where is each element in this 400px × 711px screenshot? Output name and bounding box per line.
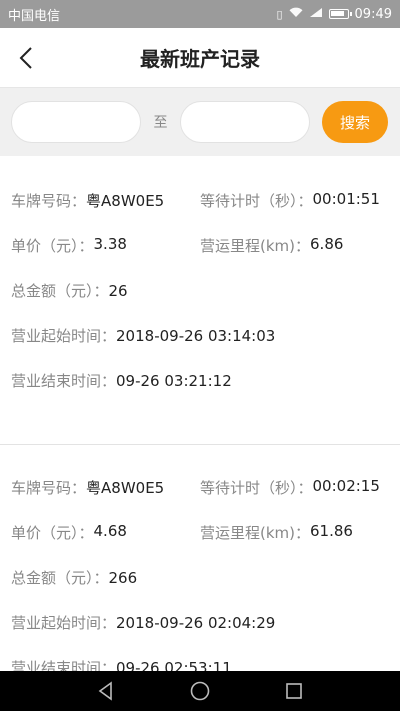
start-time-value: 2018-09-26 03:14:03 xyxy=(116,326,276,345)
wifi-icon xyxy=(289,7,303,21)
page-title: 最新班产记录 xyxy=(140,47,260,71)
plate-value: 粤A8W0E5 xyxy=(86,192,165,210)
battery-icon xyxy=(328,9,352,19)
record-list[interactable]: 车牌号码： 粤A8W0E5 等待计时（秒）： 00:01:51 单价（元）： 3… xyxy=(0,156,400,671)
unit-price-label: 单价（元）： xyxy=(11,237,94,255)
clock: 09:49 xyxy=(354,6,392,22)
total-amount-label: 总金额（元）： xyxy=(11,569,109,587)
wait-time-value: 00:01:51 xyxy=(312,190,380,208)
record-card: 车牌号码： 粤A8W0E5 等待计时（秒）： 00:02:15 单价（元）： 4… xyxy=(0,465,400,671)
system-navigation-bar xyxy=(0,671,400,711)
mileage-label: 营运里程(km)： xyxy=(200,524,311,542)
range-separator-label: 至 xyxy=(153,115,168,131)
plate-label: 车牌号码： xyxy=(11,192,87,210)
end-date-input[interactable] xyxy=(180,101,310,143)
status-icons: ▯ 09:49 xyxy=(276,7,392,22)
start-time-label: 营业起始时间： xyxy=(11,614,117,632)
mileage-value: 61.86 xyxy=(310,522,353,540)
unit-price-label: 单价（元）： xyxy=(11,524,94,542)
circle-home-icon xyxy=(190,681,210,701)
triangle-back-icon xyxy=(98,681,112,701)
total-amount-label: 总金额（元）： xyxy=(11,282,109,300)
record-divider xyxy=(0,444,400,445)
nav-recents-button[interactable] xyxy=(283,680,305,702)
back-button[interactable] xyxy=(14,44,42,72)
title-bar: 最新班产记录 xyxy=(0,28,400,88)
date-filter-bar: 至 搜索 xyxy=(0,88,400,156)
mileage-label: 营运里程(km)： xyxy=(200,237,311,255)
square-recents-icon xyxy=(286,683,302,699)
total-amount-value: 266 xyxy=(108,568,138,587)
signal-icon xyxy=(309,7,323,21)
start-time-value: 2018-09-26 02:04:29 xyxy=(116,613,276,632)
chevron-left-icon xyxy=(19,47,32,69)
record-card: 车牌号码： 粤A8W0E5 等待计时（秒）： 00:01:51 单价（元）： 3… xyxy=(0,178,400,444)
nav-home-button[interactable] xyxy=(189,680,211,702)
wait-time-label: 等待计时（秒）： xyxy=(200,479,313,497)
nav-back-button[interactable] xyxy=(95,680,117,702)
end-time-label: 营业结束时间： xyxy=(11,372,117,390)
total-amount-value: 26 xyxy=(108,281,128,300)
mileage-value: 6.86 xyxy=(310,235,344,253)
end-time-value: 09-26 03:21:12 xyxy=(116,371,232,390)
status-bar: 中国电信 ▯ 09:49 xyxy=(0,0,400,28)
end-time-value: 09-26 02:53:11 xyxy=(116,658,232,672)
unit-price-value: 4.68 xyxy=(93,522,127,540)
unit-price-value: 3.38 xyxy=(93,235,127,253)
wait-time-value: 00:02:15 xyxy=(312,477,380,495)
plate-value: 粤A8W0E5 xyxy=(86,479,165,497)
plate-label: 车牌号码： xyxy=(11,479,87,497)
start-time-label: 营业起始时间： xyxy=(11,327,117,345)
end-time-label: 营业结束时间： xyxy=(11,659,117,671)
wait-time-label: 等待计时（秒）： xyxy=(200,192,313,210)
vibrate-icon: ▯ xyxy=(276,7,283,21)
carrier-name: 中国电信 xyxy=(8,8,61,24)
start-date-input[interactable] xyxy=(11,101,141,143)
search-button[interactable]: 搜索 xyxy=(322,101,388,143)
